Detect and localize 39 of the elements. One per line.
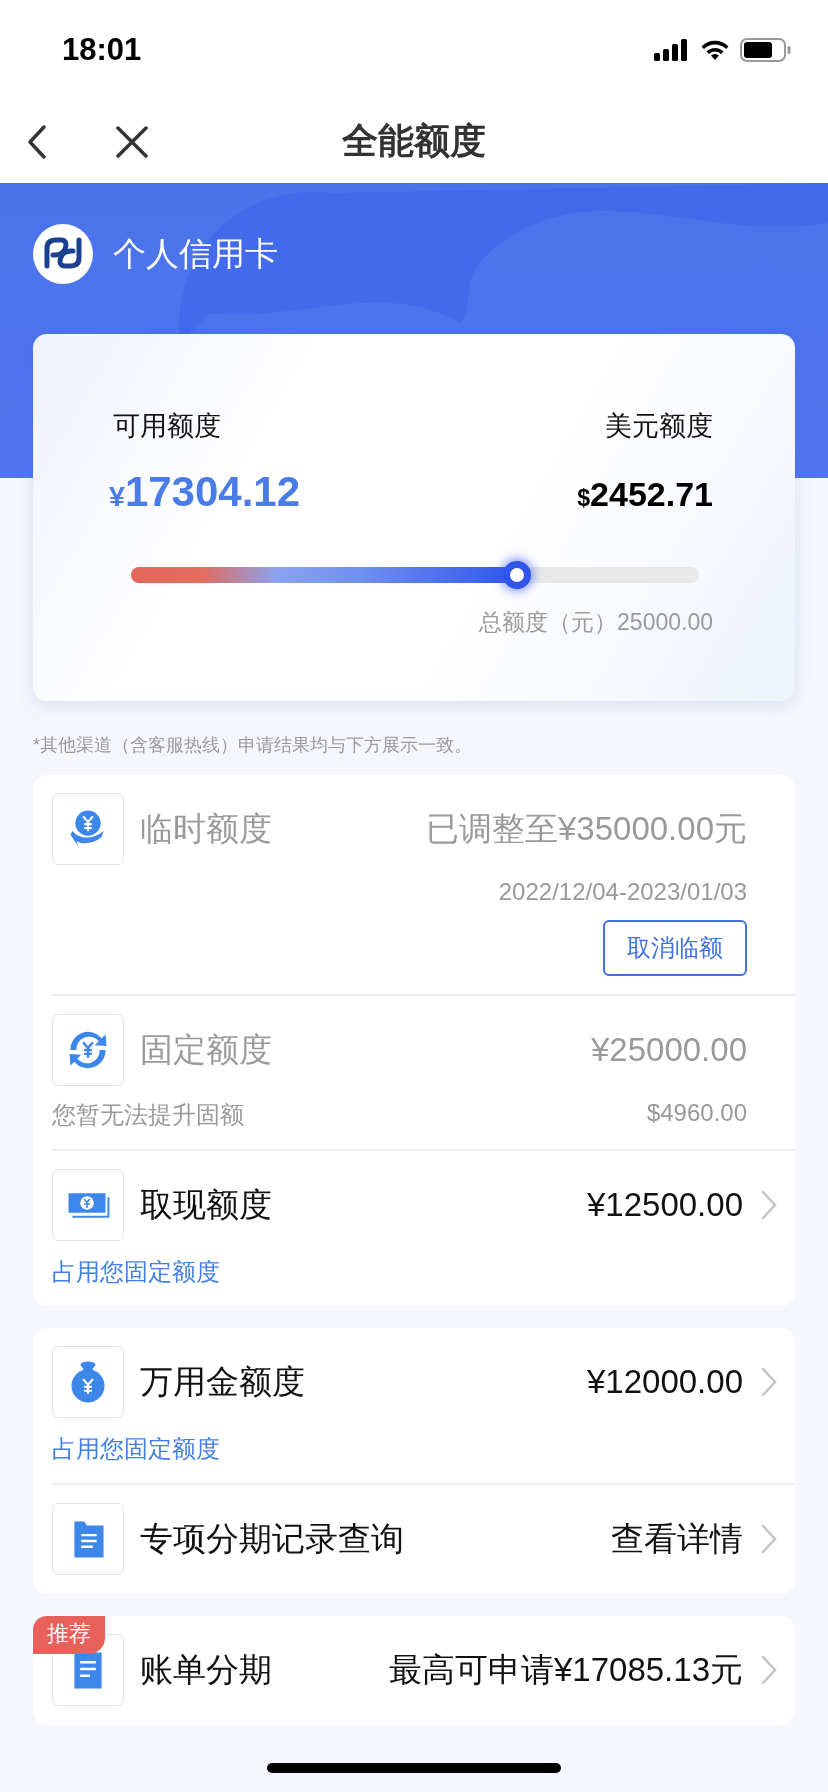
item-value: ¥12000.00 (587, 1363, 743, 1401)
item-value: 已调整至¥35000.00元 (426, 808, 747, 849)
item-title: 取现额度 (140, 1184, 273, 1225)
usd-value: $4960.00 (646, 1099, 747, 1128)
list-item[interactable]: 临时额度 已调整至¥35000.00元 2022/12/04-2023/01/03 取消临额 (52, 775, 795, 996)
item-value: ¥25000.00 (591, 1031, 747, 1069)
status-time: 18:01 (62, 32, 142, 68)
item-title: 专项分期记录查询 (140, 1518, 405, 1559)
usd-label: 美元额度 (605, 410, 713, 443)
item-title: 固定额度 (140, 1029, 273, 1070)
date-range: 2022/12/04-2023/01/03 (497, 878, 747, 906)
available-amount: ¥17304.12 (109, 468, 301, 516)
list-item[interactable]: 专项分期记录查询 查看详情 (52, 1485, 795, 1594)
item-hint: 您暂无法提升固额 (52, 1100, 244, 1130)
item-title: 临时额度 (140, 808, 273, 849)
list-item[interactable]: 取现额度 ¥12500.00 占用您固定额度 (52, 1151, 795, 1306)
item-value: 最高可申请¥17085.13元 (389, 1649, 743, 1690)
recommend-tag: 推荐 (33, 1616, 105, 1654)
item-title: 万用金额度 (140, 1361, 306, 1402)
available-label: 可用额度 (113, 410, 221, 443)
list-item[interactable]: 万用金额度 ¥12000.00 占用您固定额度 (52, 1328, 795, 1485)
page-title: 全能额度 (341, 119, 487, 163)
item-link[interactable]: 占用您固定额度 (52, 1256, 220, 1288)
close-icon (116, 125, 148, 158)
total-limit: 总额度（元）25000.00 (478, 608, 713, 637)
usd-amount: $2452.71 (577, 475, 713, 514)
bank-logo-icon (33, 224, 93, 284)
back-icon (26, 123, 48, 160)
card-type-title: 个人信用卡 (113, 233, 278, 274)
signal-icon (654, 39, 690, 61)
battery-icon (740, 38, 792, 62)
note-text: *其他渠道（含客服热线）申请结果均与下方展示一致。 (32, 734, 473, 757)
item-value: ¥12500.00 (587, 1186, 743, 1224)
cancel-temp-limit-button[interactable]: 取消临额 (603, 920, 747, 976)
list-item[interactable]: 固定额度 ¥25000.00 您暂无法提升固额 $4960.00 (52, 996, 795, 1151)
item-title: 账单分期 (140, 1649, 273, 1690)
item-link[interactable]: 占用您固定额度 (52, 1433, 220, 1465)
wifi-icon (700, 39, 730, 61)
item-value: 查看详情 (611, 1518, 743, 1559)
